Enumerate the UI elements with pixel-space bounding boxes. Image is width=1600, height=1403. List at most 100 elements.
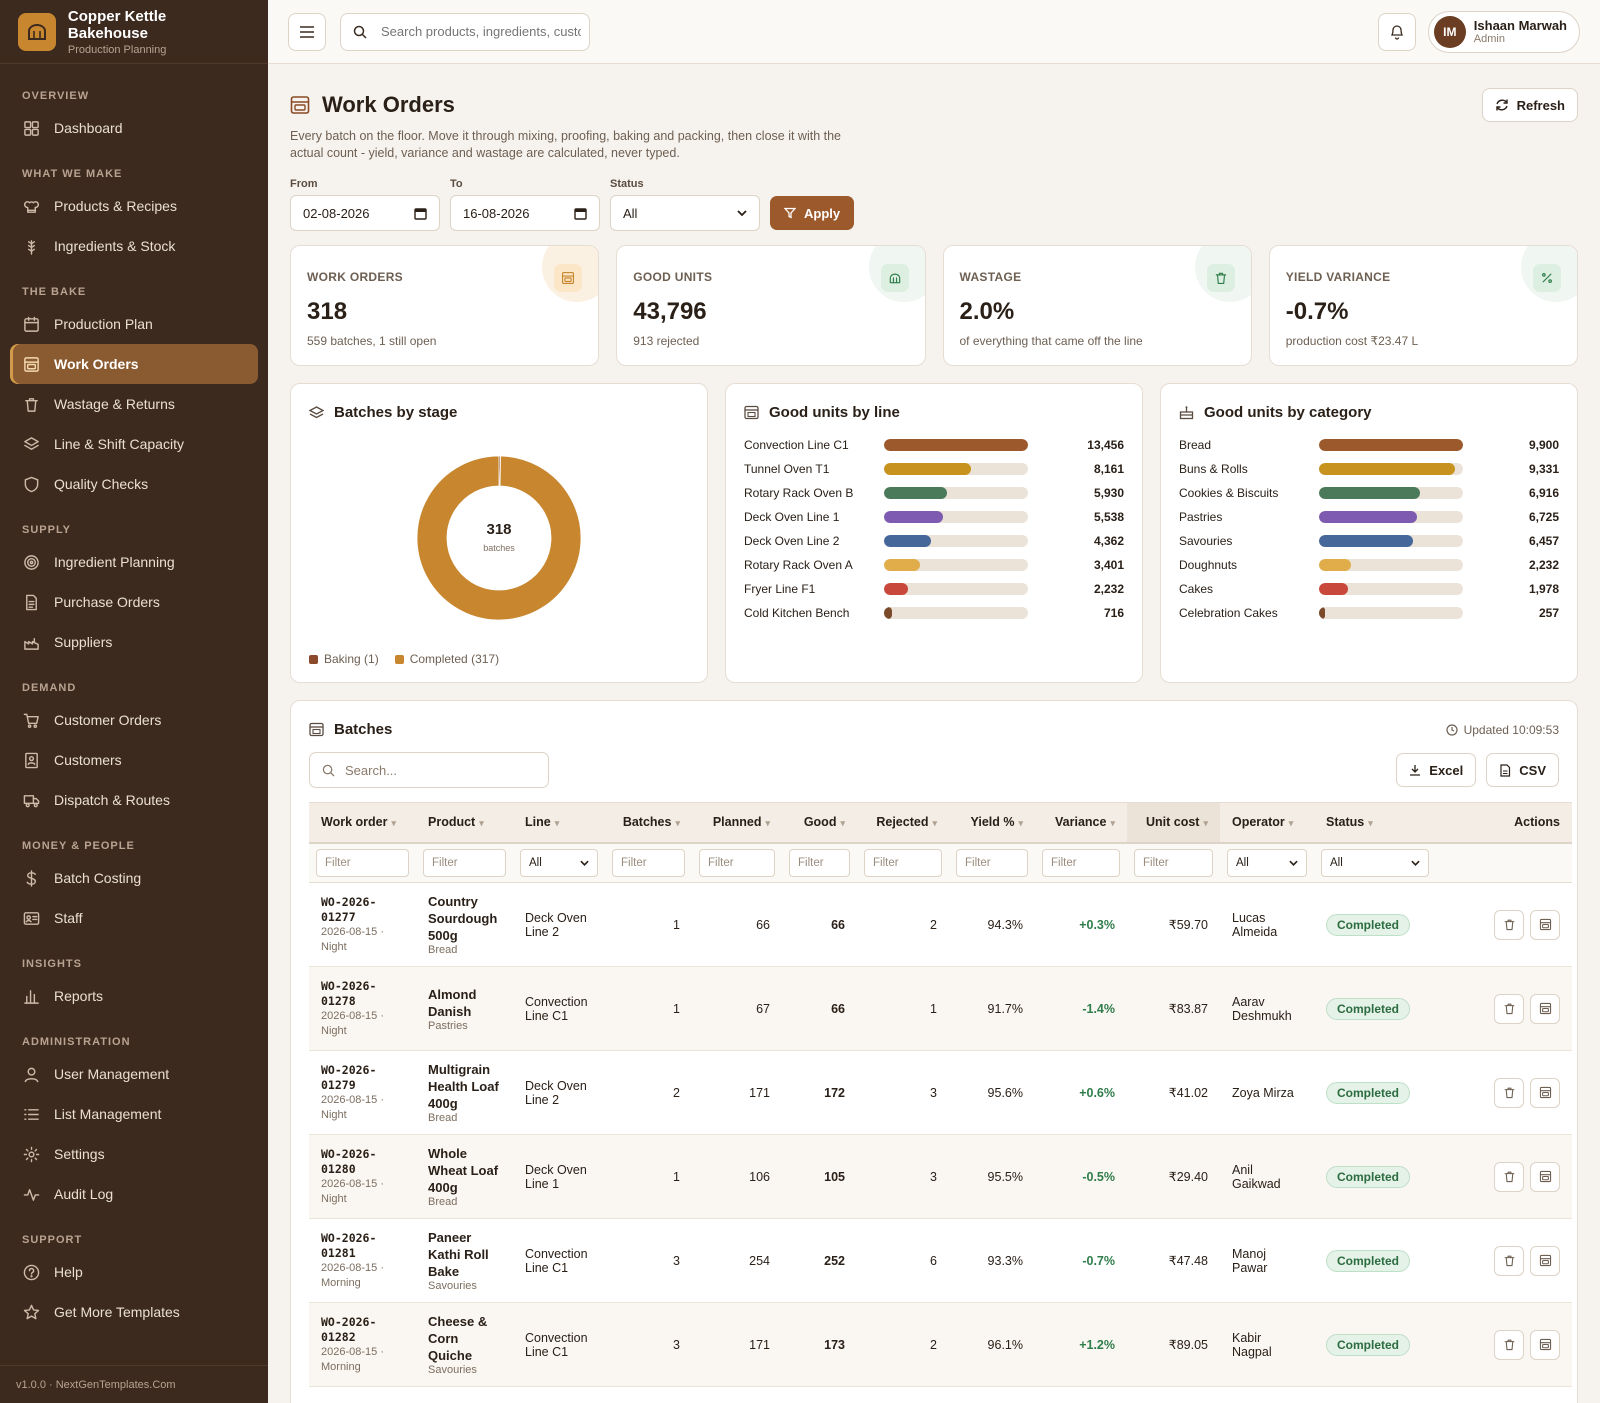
global-search[interactable]	[340, 12, 590, 51]
stage-legend: Baking (1) Completed (317)	[309, 652, 515, 666]
sidebar-item-customers[interactable]: Customers	[10, 740, 258, 780]
table-search-input[interactable]: Search...	[309, 752, 549, 788]
cell-product: Paneer Kathi Roll Bake Savouries	[416, 1218, 513, 1303]
sidebar-item-work-orders[interactable]: Work Orders	[10, 344, 258, 384]
sidebar-item-wastage-returns[interactable]: Wastage & Returns	[10, 384, 258, 424]
column-filter-input[interactable]: Filter	[316, 848, 409, 877]
notifications-button[interactable]	[1377, 12, 1416, 51]
filter-cell: Filter	[1035, 842, 1127, 883]
sidebar-item-get-more-templates[interactable]: Get More Templates	[10, 1292, 258, 1332]
column-filter-input[interactable]: Filter	[789, 848, 850, 877]
delete-button[interactable]	[1494, 909, 1524, 940]
work-order-id[interactable]: WO-2026-01281	[321, 1231, 404, 1261]
column-filter-select[interactable]: All	[1321, 848, 1429, 877]
table-row[interactable]: WO-2026-	[309, 1386, 1572, 1403]
sidebar-item-dashboard[interactable]: Dashboard	[10, 108, 258, 148]
sort-caret-icon: ▾	[1018, 818, 1023, 829]
delete-button[interactable]	[1494, 1161, 1524, 1192]
status-select[interactable]: All	[610, 195, 760, 231]
work-order-id[interactable]: WO-2026-01279	[321, 1063, 404, 1093]
column-header-planned[interactable]: Planned ▾	[692, 802, 782, 844]
help-icon	[23, 1264, 39, 1280]
table-row[interactable]: WO-2026-01280 2026-08-15 · Night Whole Whe…	[309, 1134, 1572, 1219]
sidebar-item-dispatch-routes[interactable]: Dispatch & Routes	[10, 780, 258, 820]
sidebar-item-purchase-orders[interactable]: Purchase Orders	[10, 582, 258, 622]
column-header-label: Status	[1326, 815, 1365, 830]
table-row[interactable]: WO-2026-01281 2026-08-15 · Morning Paneer …	[309, 1218, 1572, 1303]
export-csv-button[interactable]: CSV	[1486, 753, 1559, 787]
delete-button[interactable]	[1494, 1245, 1524, 1276]
column-header-status[interactable]: Status ▾	[1314, 802, 1436, 844]
column-header-work-order[interactable]: Work order ▾	[309, 802, 416, 844]
column-filter-select[interactable]: All	[1227, 848, 1307, 877]
column-header-unit-cost[interactable]: Unit cost ▾	[1127, 802, 1220, 844]
export-excel-button[interactable]: Excel	[1396, 753, 1477, 787]
column-filter-input[interactable]: Filter	[1134, 848, 1213, 877]
filter-cell: Filter	[1127, 842, 1220, 883]
column-header-rejected[interactable]: Rejected ▾	[857, 802, 949, 844]
view-batch-button[interactable]	[1530, 1329, 1560, 1360]
work-order-id[interactable]: WO-2026-01280	[321, 1147, 404, 1177]
sidebar-item-ingredient-planning[interactable]: Ingredient Planning	[10, 542, 258, 582]
column-header-label: Actions	[1514, 815, 1560, 830]
menu-toggle-button[interactable]	[288, 12, 326, 51]
view-batch-button[interactable]	[1530, 1077, 1560, 1108]
refresh-button[interactable]: Refresh	[1481, 88, 1578, 122]
table-row[interactable]: WO-2026-01277 2026-08-15 · Night Country S…	[309, 882, 1572, 967]
to-date-input[interactable]: 16-08-2026	[450, 195, 600, 231]
filter-placeholder: Filter	[798, 856, 824, 869]
sidebar-item-line-shift-capacity[interactable]: Line & Shift Capacity	[10, 424, 258, 464]
column-filter-input[interactable]: Filter	[1042, 848, 1120, 877]
sidebar-item-ingredients-stock[interactable]: Ingredients & Stock	[10, 226, 258, 266]
column-filter-input[interactable]: Filter	[956, 848, 1028, 877]
table-row[interactable]: WO-2026-01279 2026-08-15 · Night Multigrai…	[309, 1050, 1572, 1135]
sidebar-item-settings[interactable]: Settings	[10, 1134, 258, 1174]
sidebar-item-batch-costing[interactable]: Batch Costing	[10, 858, 258, 898]
view-batch-button[interactable]	[1530, 1245, 1560, 1276]
column-header-variance[interactable]: Variance ▾	[1035, 802, 1127, 844]
delete-button[interactable]	[1494, 993, 1524, 1024]
work-order-id[interactable]: WO-2026-01278	[321, 979, 404, 1009]
sidebar-item-help[interactable]: Help	[10, 1252, 258, 1292]
column-filter-input[interactable]: Filter	[423, 848, 506, 877]
sidebar-item-customer-orders[interactable]: Customer Orders	[10, 700, 258, 740]
column-header-actions[interactable]: Actions	[1436, 802, 1572, 844]
view-batch-button[interactable]	[1530, 993, 1560, 1024]
column-header-product[interactable]: Product ▾	[416, 802, 513, 844]
bar-category-label: Bread	[1179, 438, 1212, 452]
column-filter-input[interactable]: Filter	[699, 848, 775, 877]
global-search-input[interactable]	[381, 24, 581, 39]
column-header-yield[interactable]: Yield % ▾	[949, 802, 1035, 844]
user-menu[interactable]: IM Ishaan Marwah Admin	[1427, 10, 1580, 53]
sidebar-item-user-management[interactable]: User Management	[10, 1054, 258, 1094]
sidebar-item-label: Work Orders	[54, 356, 139, 372]
sidebar-item-products-recipes[interactable]: Products & Recipes	[10, 186, 258, 226]
column-filter-select[interactable]: All	[520, 848, 598, 877]
sidebar-item-reports[interactable]: Reports	[10, 976, 258, 1016]
work-order-id[interactable]: WO-2026-01282	[321, 1315, 404, 1345]
column-header-batches[interactable]: Batches ▾	[605, 802, 692, 844]
view-batch-button[interactable]	[1530, 909, 1560, 940]
column-header-label: Yield %	[970, 815, 1015, 830]
bar-fill	[1319, 511, 1417, 523]
column-header-line[interactable]: Line ▾	[513, 802, 605, 844]
table-row[interactable]: WO-2026-01282 2026-08-15 · Morning Cheese …	[309, 1302, 1572, 1387]
column-filter-input[interactable]: Filter	[864, 848, 942, 877]
sidebar-item-audit-log[interactable]: Audit Log	[10, 1174, 258, 1214]
sidebar-item-quality-checks[interactable]: Quality Checks	[10, 464, 258, 504]
work-order-id[interactable]: WO-2026-01277	[321, 895, 404, 925]
sidebar-item-suppliers[interactable]: Suppliers	[10, 622, 258, 662]
delete-button[interactable]	[1494, 1329, 1524, 1360]
column-header-good[interactable]: Good ▾	[782, 802, 857, 844]
sidebar-item-production-plan[interactable]: Production Plan	[10, 304, 258, 344]
sidebar-item-list-management[interactable]: List Management	[10, 1094, 258, 1134]
column-header-operator[interactable]: Operator ▾	[1220, 802, 1314, 844]
view-batch-button[interactable]	[1530, 1161, 1560, 1192]
delete-button[interactable]	[1494, 1077, 1524, 1108]
sidebar-item-staff[interactable]: Staff	[10, 898, 258, 938]
from-date-input[interactable]: 02-08-2026	[290, 195, 440, 231]
apply-button[interactable]: Apply	[770, 196, 855, 230]
donut-slice-completed[interactable]	[416, 455, 582, 621]
column-filter-input[interactable]: Filter	[612, 848, 685, 877]
table-row[interactable]: WO-2026-01278 2026-08-15 · Night Almond Da…	[309, 966, 1572, 1051]
